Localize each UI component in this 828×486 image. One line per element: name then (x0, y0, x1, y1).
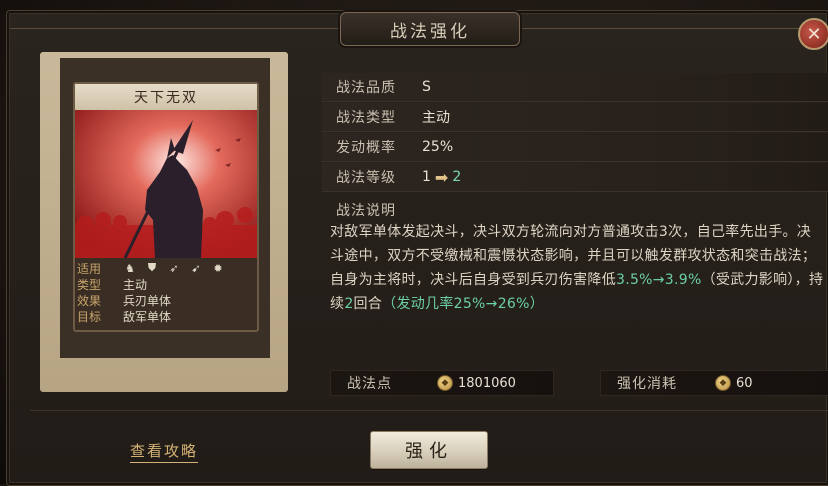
rate-label: 发动概率 (336, 140, 396, 156)
type-value: 主动 (422, 110, 450, 126)
spear-icon: ➹ (191, 261, 201, 275)
level-row: 战法等级 1 ➡ 2 (322, 163, 828, 192)
quality-value: S (422, 79, 431, 95)
rate-row: 发动概率 25% (322, 133, 828, 162)
prop-target-value: 敌军单体 (123, 309, 172, 324)
tactic-points-label: 战法点 (347, 376, 392, 392)
enhance-cost-label: 强化消耗 (617, 376, 677, 392)
cavalry-icon: ♞ (125, 261, 135, 275)
description-part3: 回合 (353, 296, 383, 312)
description-text: 对敌军单体发起决斗，决斗双方轮流向对方普通攻击3次，自己率先出手。决斗途中，双方… (330, 220, 825, 316)
description-highlight-chance: （发动几率25%→26%） (382, 296, 545, 312)
prop-type: 类型 主动 (77, 276, 255, 292)
close-icon: ✕ (806, 23, 822, 45)
tactic-points-value: 1801060 (458, 375, 516, 391)
description-highlight-duration: 2 (344, 296, 354, 312)
prop-target-label: 目标 (77, 309, 102, 324)
title-divider-left (10, 28, 340, 29)
level-to: 2 (452, 169, 462, 185)
enhance-cost-bar: 强化消耗 ◆ 60 (600, 370, 828, 396)
prop-applicable-label: 适用 (77, 261, 102, 276)
type-row: 战法类型 主动 (322, 103, 828, 132)
description-label: 战法说明 (336, 203, 396, 219)
prop-applicable: 适用 ♞ ⛊ ➶ ➹ ✹ (77, 260, 255, 276)
card-properties: 适用 ♞ ⛊ ➶ ➹ ✹ 类型 主动 效果 兵刃单体 目标 敌军单体 (77, 260, 255, 324)
coin-icon: ◆ (715, 375, 731, 391)
prop-effect: 效果 兵刃单体 (77, 292, 255, 308)
tactic-card: 天下无双 适用 ♞ ⛊ ➶ ➹ ✹ 类型 主动 效果 兵刃单体 目标 敌军单体 (73, 82, 259, 332)
arrow-right-icon: ➡ (434, 167, 449, 187)
title-bar: 战法强化 (340, 12, 520, 46)
description-highlight-reduction: 3.5%→3.9% (616, 272, 702, 288)
title-divider-right (518, 28, 808, 29)
tactic-points-bar: 战法点 ◆ 1801060 (330, 370, 554, 396)
prop-effect-value: 兵刃单体 (123, 293, 172, 308)
enhance-button[interactable]: 强化 (370, 431, 488, 469)
type-label: 战法类型 (336, 110, 396, 126)
card-name: 天下无双 (75, 84, 257, 110)
enhance-cost-value: 60 (736, 375, 753, 391)
quality-label: 战法品质 (336, 80, 396, 96)
rate-value: 25% (422, 139, 454, 155)
card-artwork (75, 110, 257, 258)
archer-icon: ➶ (169, 261, 179, 275)
shield-icon: ⛊ (147, 261, 157, 274)
level-from: 1 (422, 169, 431, 185)
prop-target: 目标 敌军单体 (77, 308, 255, 324)
view-guide-link[interactable]: 查看攻略 (130, 440, 199, 463)
footer-divider (30, 410, 828, 411)
tactic-info: 战法品质 S 战法类型 主动 发动概率 25% 战法等级 1 ➡ 2 (322, 73, 828, 193)
quality-row: 战法品质 S (322, 73, 828, 102)
prop-type-value: 主动 (123, 277, 148, 292)
close-button[interactable]: ✕ (798, 18, 828, 50)
prop-effect-label: 效果 (77, 293, 102, 308)
prop-type-label: 类型 (77, 277, 102, 292)
page-title: 战法强化 (390, 21, 470, 42)
siege-icon: ✹ (213, 261, 223, 275)
level-label: 战法等级 (336, 170, 396, 186)
coin-icon: ◆ (437, 375, 453, 391)
